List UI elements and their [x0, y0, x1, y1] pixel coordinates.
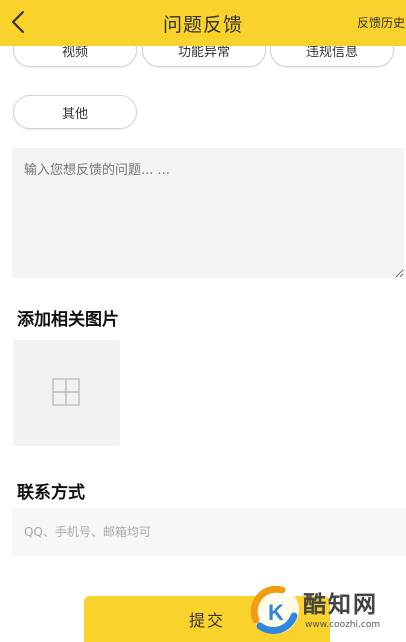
contact-title: 联系方式	[17, 483, 85, 503]
category-chip-function-error[interactable]: 功能异常	[142, 46, 266, 67]
watermark-url: www.coozhi.com	[305, 620, 381, 630]
category-chip-violation[interactable]: 违规信息	[270, 46, 394, 67]
plus-icon	[52, 378, 80, 406]
svg-text:K: K	[268, 600, 284, 625]
watermark-text: 酷知网	[303, 592, 378, 618]
category-chip-video[interactable]: 视频	[13, 46, 137, 67]
add-images-title: 添加相关图片	[17, 310, 119, 330]
category-row-partial: 视频 功能异常 违规信息	[0, 46, 406, 94]
contact-input[interactable]: QQ、手机号、邮箱均可	[12, 508, 406, 556]
page-title: 问题反馈	[162, 14, 243, 36]
category-chip-other[interactable]: 其他	[13, 95, 137, 129]
feedback-textarea[interactable]	[12, 148, 404, 278]
feedback-history-link[interactable]: 反馈历史	[357, 14, 405, 31]
watermark-logo-icon: K	[250, 585, 299, 634]
app-header: 问题反馈 反馈历史	[0, 0, 406, 46]
add-image-button[interactable]	[13, 340, 120, 446]
